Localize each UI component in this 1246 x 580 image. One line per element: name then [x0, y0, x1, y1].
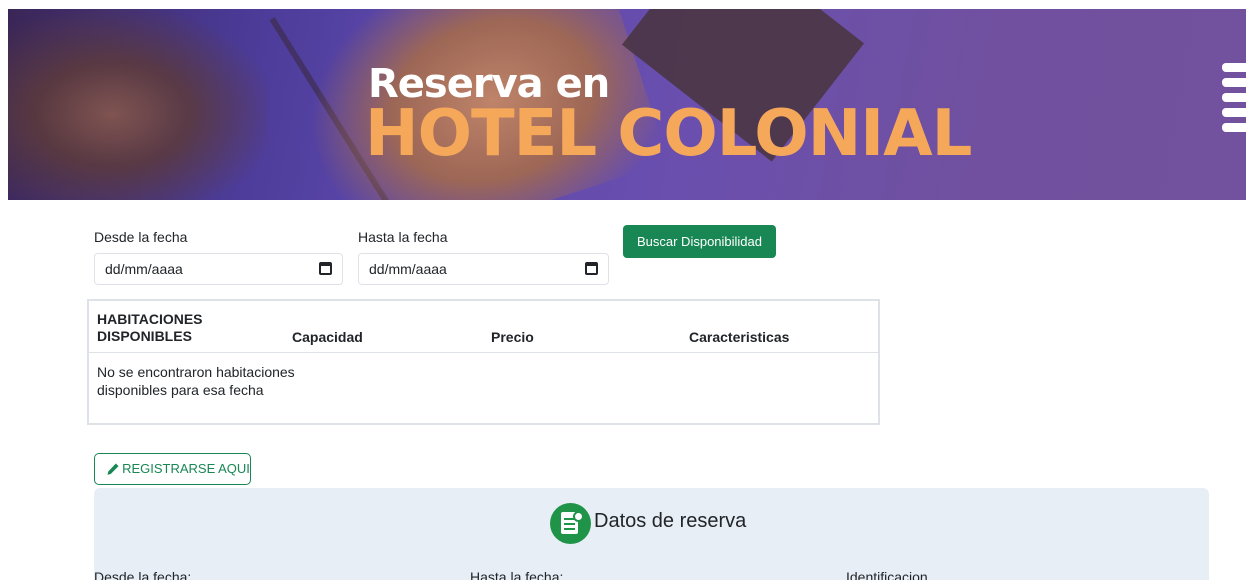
- reservation-title: Datos de reserva: [594, 510, 747, 532]
- from-date-input[interactable]: dd/mm/aaaa: [94, 253, 343, 285]
- pencil-icon: [107, 463, 119, 475]
- reservation-to-label: Hasta la fecha:: [470, 569, 564, 580]
- calendar-icon[interactable]: [585, 262, 598, 275]
- hero-banner: Reserva en HOTEL COLONIAL: [8, 9, 1246, 200]
- to-date-value: dd/mm/aaaa: [369, 261, 447, 277]
- brand-logo-icon: [1222, 63, 1246, 153]
- column-header-price: Precio: [491, 329, 534, 345]
- calendar-icon[interactable]: [319, 262, 332, 275]
- column-header-rooms: HABITACIONES DISPONIBLES: [97, 311, 203, 344]
- to-date-label: Hasta la fecha: [358, 229, 448, 245]
- banner-title-line2: HOTEL COLONIAL: [365, 97, 972, 171]
- register-button-label: REGISTRARSE AQUI: [122, 461, 250, 476]
- search-availability-button[interactable]: Buscar Disponibilidad: [623, 225, 776, 258]
- from-date-label: Desde la fecha: [94, 229, 188, 245]
- empty-table-message: No se encontraron habitaciones disponibl…: [97, 364, 295, 398]
- column-header-capacity: Capacidad: [292, 329, 363, 345]
- banner-photo-left: [8, 9, 268, 200]
- reservation-from-label: Desde la fecha:: [94, 569, 192, 580]
- rooms-table: HABITACIONES DISPONIBLES Capacidad Preci…: [87, 299, 880, 425]
- to-date-input[interactable]: dd/mm/aaaa: [358, 253, 609, 285]
- reservation-panel: Datos de reserva Desde la fecha: Hasta l…: [94, 488, 1209, 580]
- table-header-row: HABITACIONES DISPONIBLES Capacidad Preci…: [89, 301, 878, 353]
- reservation-id-label: Identificacion: [846, 569, 928, 580]
- calendar-check-icon: [550, 503, 591, 544]
- column-header-features: Caracteristicas: [689, 329, 790, 345]
- register-button[interactable]: REGISTRARSE AQUI: [94, 453, 251, 485]
- from-date-value: dd/mm/aaaa: [105, 261, 183, 277]
